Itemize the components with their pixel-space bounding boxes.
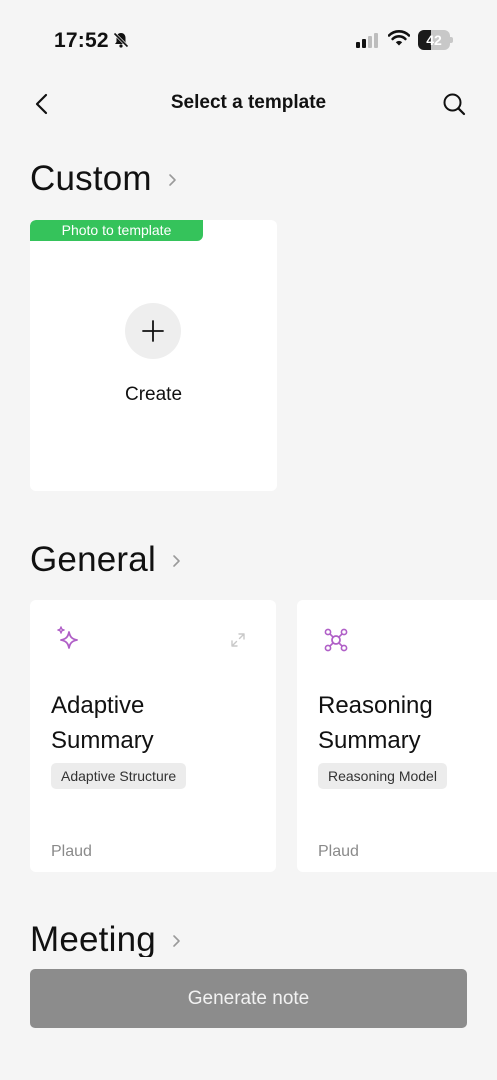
expand-icon[interactable] — [230, 632, 246, 653]
template-card-adaptive-summary[interactable]: Adaptive Summary Adaptive Structure Plau… — [30, 600, 276, 872]
chevron-right-icon — [173, 555, 180, 567]
section-header-custom[interactable]: Custom — [30, 159, 177, 199]
section-title-custom: Custom — [30, 159, 152, 198]
page-title: Select a template — [170, 92, 327, 113]
section-title-meeting: Meeting — [30, 920, 156, 959]
section-header-general[interactable]: General — [30, 540, 181, 580]
generate-note-button[interactable]: Generate note — [30, 969, 467, 1028]
wifi-icon — [387, 29, 411, 52]
card-title-line1: Reasoning — [318, 692, 433, 719]
sparkle-icon — [55, 626, 83, 659]
search-icon — [443, 93, 466, 116]
template-card-reasoning-summary[interactable]: Reasoning Summary Reasoning Model Plaud — [297, 600, 497, 872]
card-tag: Reasoning Model — [318, 763, 447, 789]
battery-icon: 42 — [418, 30, 453, 50]
plus-icon — [142, 320, 164, 342]
section-header-meeting[interactable]: Meeting — [30, 920, 181, 960]
card-tag: Adaptive Structure — [51, 763, 187, 789]
create-button[interactable] — [125, 303, 181, 359]
card-title: Reasoning Summary — [318, 688, 497, 758]
card-title-line2: Summary — [318, 727, 421, 754]
card-author: Plaud — [318, 843, 359, 860]
create-label: Create — [124, 384, 183, 405]
chevron-right-icon — [168, 174, 176, 186]
cellular-signal-icon — [356, 32, 380, 53]
section-title-general: General — [30, 540, 156, 579]
status-bar: 17:52 42 — [0, 0, 497, 80]
search-button[interactable] — [440, 90, 468, 118]
battery-percent: 42 — [426, 32, 442, 48]
network-nodes-icon — [322, 626, 350, 659]
status-time: 17:52 — [54, 29, 109, 52]
photo-to-template-badge[interactable]: Photo to template — [30, 220, 203, 241]
chevron-right-icon — [173, 935, 180, 947]
card-title: Adaptive Summary — [51, 688, 261, 758]
card-author: Plaud — [51, 843, 92, 860]
create-template-card[interactable]: Photo to template Create — [30, 220, 277, 491]
card-title-line1: Adaptive — [51, 692, 145, 719]
template-selection-screen: 17:52 42 Select a template Custom Photo … — [0, 0, 497, 1080]
bell-slash-icon — [112, 31, 130, 49]
card-title-line2: Summary — [51, 727, 154, 754]
